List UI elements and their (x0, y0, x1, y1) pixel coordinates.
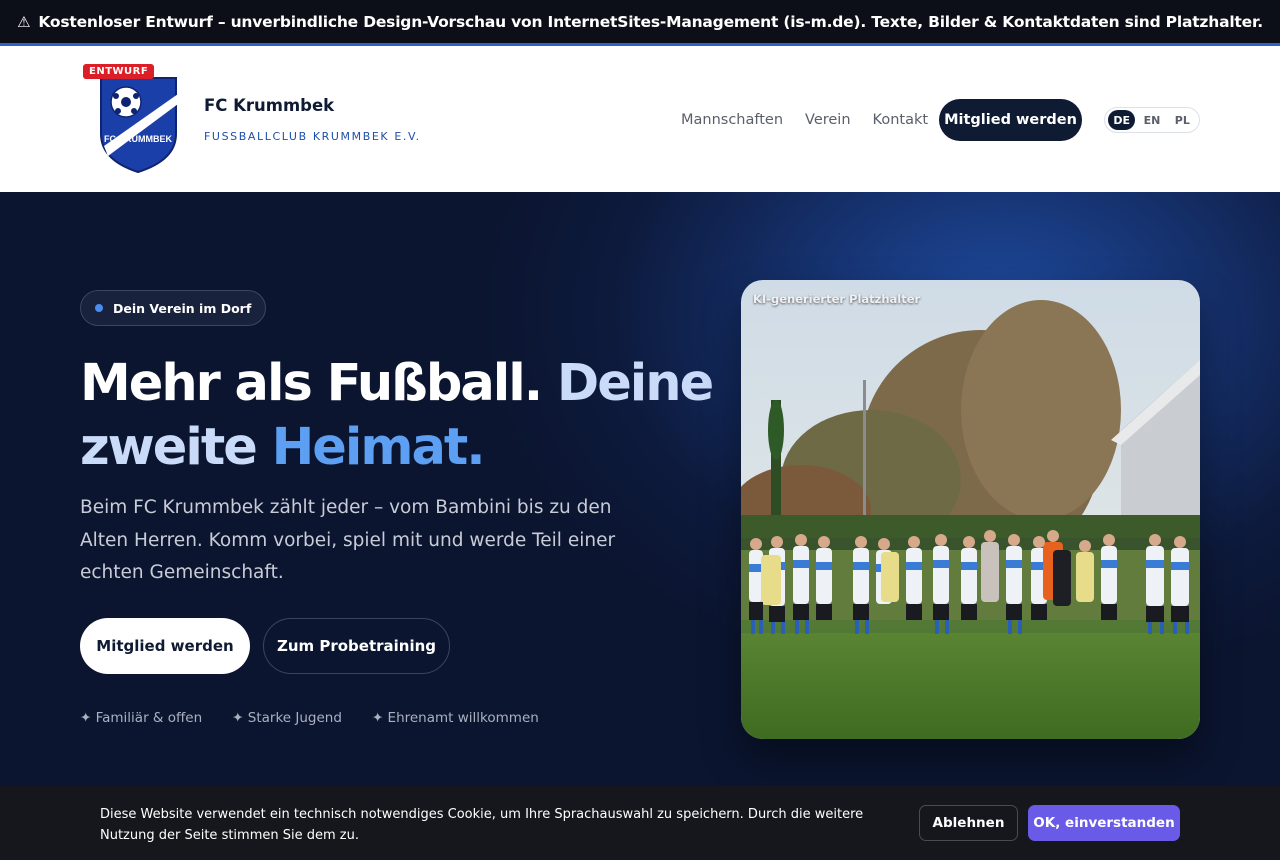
photo-placeholder-label: KI-generierter Platzhalter (753, 292, 921, 306)
draft-notice-text: Kostenloser Entwurf – unverbindliche Des… (38, 12, 1263, 31)
nav-item-mannschaften[interactable]: Mannschaften (681, 112, 783, 128)
brand-subtitle: FUSSBALLCLUB KRUMMBEK E.V. (204, 130, 421, 143)
cookie-decline-button[interactable]: Ablehnen (919, 805, 1018, 841)
cookie-accept-button[interactable]: OK, einverstanden (1028, 805, 1180, 841)
hero-title-part1: Mehr als Fußball. (80, 354, 543, 413)
hero-pill-text: Dein Verein im Dorf (113, 300, 252, 316)
main-nav: Mannschaften Verein Kontakt (681, 112, 928, 128)
draft-notice-bar: ⚠ Kostenloser Entwurf – unverbindliche D… (0, 0, 1280, 46)
dot-icon (95, 304, 103, 312)
hero-section: Dein Verein im Dorf Mehr als Fußball. De… (0, 192, 1280, 860)
draft-badge: ENTWURF (83, 64, 155, 79)
feature-youth: ✦ Starke Jugend (232, 710, 342, 726)
hero-title-part3: Heimat. (271, 418, 486, 477)
language-switcher: DE EN PL (1104, 107, 1200, 133)
cookie-text: Diese Website verwendet ein technisch no… (100, 807, 864, 843)
feature-familiar: ✦ Familiär & offen (80, 710, 203, 726)
warning-icon: ⚠ (17, 12, 31, 31)
hero-lead-text: Beim FC Krummbek zählt jeder – vom Bambi… (80, 497, 616, 583)
nav-item-kontakt[interactable]: Kontakt (873, 112, 929, 128)
feature-volunteer: ✦ Ehrenamt willkommen (371, 710, 539, 726)
hero-team-photo: KI-generierter Platzhalter (741, 280, 1200, 739)
brand-name[interactable]: FC Krummbek (204, 96, 334, 115)
hero-title: Mehr als Fußball. Deine zweite Heimat. (80, 352, 720, 480)
site-header: ENTWURF FC KRUMMBEK FC Krummbek FUSSBALL… (0, 46, 1280, 192)
logo-text: FC KRUMMBEK (104, 134, 172, 144)
hero-trial-button[interactable]: Zum Probetraining (263, 618, 450, 674)
header-member-button[interactable]: Mitglied werden (939, 99, 1082, 141)
lang-en-button[interactable]: EN (1138, 110, 1165, 130)
nav-item-verein[interactable]: Verein (805, 112, 851, 128)
hero-pill-badge: Dein Verein im Dorf (80, 290, 267, 326)
hero-features: ✦ Familiär & offen ✦ Starke Jugend ✦ Ehr… (80, 710, 539, 726)
lang-pl-button[interactable]: PL (1169, 110, 1196, 130)
club-logo[interactable]: FC KRUMMBEK (86, 64, 196, 174)
hero-member-button[interactable]: Mitglied werden (80, 618, 250, 674)
lang-de-button[interactable]: DE (1108, 110, 1136, 130)
cookie-banner: Diese Website verwendet ein technisch no… (0, 786, 1280, 860)
